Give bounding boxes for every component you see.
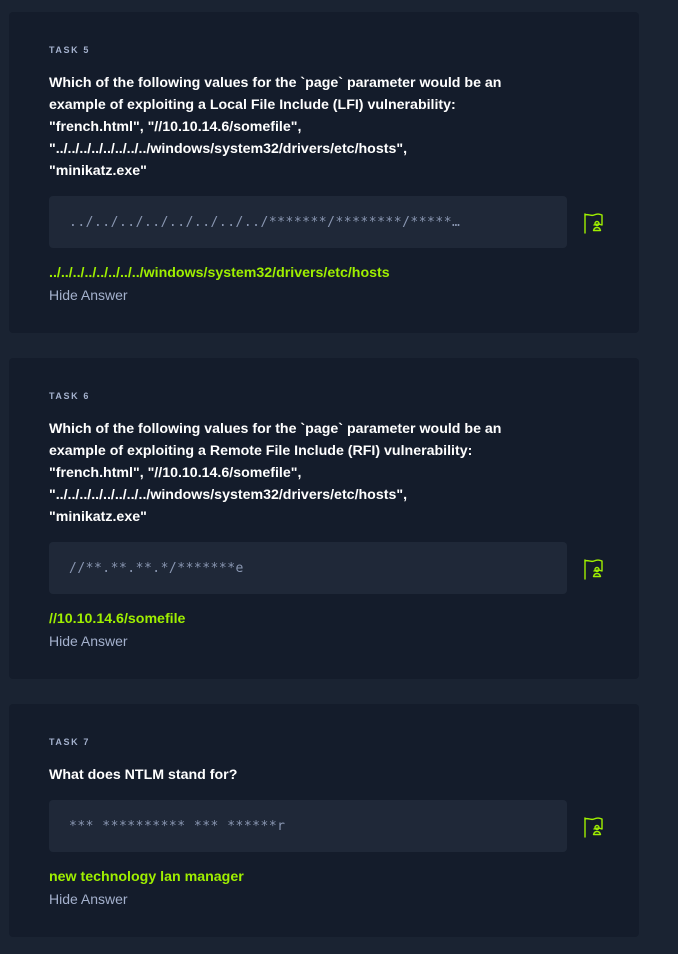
task-card-5: TASK 5 Which of the following values for…	[9, 12, 639, 333]
hide-answer-link[interactable]: Hide Answer	[49, 633, 128, 649]
masked-answer: *** ********** *** ******r	[69, 818, 286, 834]
revealed-answer: ../../../../../../../../windows/system32…	[49, 265, 390, 281]
task-label: TASK 7	[49, 737, 90, 747]
flag-submit-icon[interactable]	[582, 815, 606, 839]
answer-field[interactable]: ../../../../../../../../*******/********…	[49, 196, 567, 248]
task-card-7: TASK 7 What does NTLM stand for? *** ***…	[9, 704, 639, 937]
task-question: What does NTLM stand for?	[49, 767, 238, 783]
masked-answer: ../../../../../../../../*******/********…	[69, 214, 461, 230]
task-label: TASK 6	[49, 391, 90, 401]
task-label: TASK 5	[49, 45, 90, 55]
task-question: Which of the following values for the `p…	[49, 75, 502, 179]
answer-field[interactable]: *** ********** *** ******r	[49, 800, 567, 852]
task-card-6: TASK 6 Which of the following values for…	[9, 358, 639, 679]
task-question: Which of the following values for the `p…	[49, 421, 502, 525]
hide-answer-link[interactable]: Hide Answer	[49, 287, 128, 303]
flag-submit-icon[interactable]	[582, 557, 606, 581]
revealed-answer: new technology lan manager	[49, 869, 244, 885]
revealed-answer: //10.10.14.6/somefile	[49, 611, 186, 627]
flag-submit-icon[interactable]	[582, 211, 606, 235]
masked-answer: //**.**.**.*/*******e	[69, 560, 244, 576]
hide-answer-link[interactable]: Hide Answer	[49, 891, 128, 907]
answer-field[interactable]: //**.**.**.*/*******e	[49, 542, 567, 594]
